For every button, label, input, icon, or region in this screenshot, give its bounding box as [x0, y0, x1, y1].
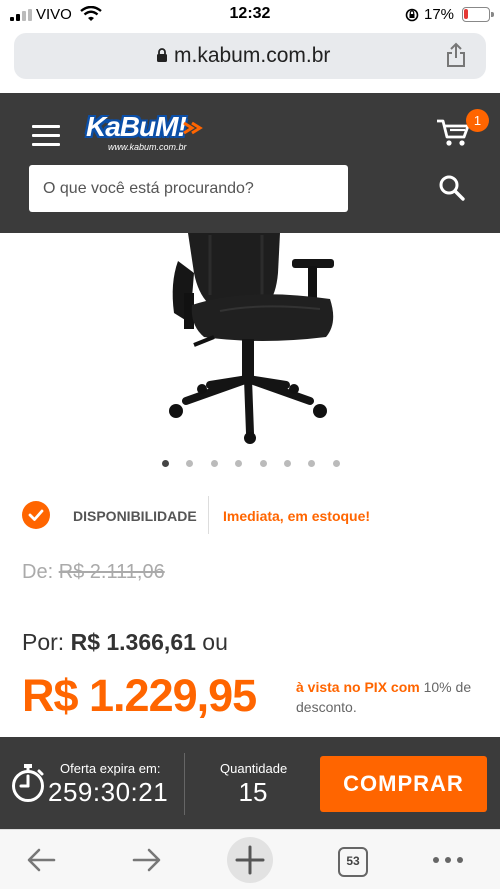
carousel-dot[interactable] [235, 460, 243, 467]
status-bar: VIVO 12:32 17% [0, 0, 500, 30]
quantity-value[interactable]: 15 [200, 777, 306, 808]
share-icon[interactable] [444, 42, 468, 68]
carousel-dot[interactable] [308, 460, 316, 467]
cart-count-badge: 1 [466, 109, 489, 132]
more-options-icon[interactable] [430, 842, 466, 878]
old-price: De: R$ 2.111,06 [22, 561, 165, 584]
availability-divider [208, 496, 209, 534]
forward-arrow-icon[interactable] [128, 842, 164, 878]
checkmark-icon [22, 501, 50, 529]
new-tab-plus-icon[interactable] [226, 836, 274, 884]
availability-value: Imediata, em estoque! [223, 508, 371, 524]
old-price-label: De: [22, 561, 54, 583]
back-arrow-icon[interactable] [24, 842, 60, 878]
product-image-gaming-chair[interactable] [150, 233, 350, 445]
stopwatch-icon [12, 764, 44, 802]
pix-text: à vista no PIX com [296, 679, 420, 695]
kabum-logo[interactable]: KaBuM! www.kabum.com.br [86, 111, 204, 153]
purchase-bar: Oferta expira em: 259:30:21 Quantidade 1… [0, 737, 500, 829]
carousel-dot[interactable] [332, 460, 340, 467]
offer-expires-label: Oferta expira em: [60, 761, 161, 776]
address-bar[interactable]: m.kabum.com.br [14, 33, 486, 79]
pix-discount-percent: 10% [423, 679, 452, 695]
carousel-dot[interactable] [259, 460, 267, 467]
cart-icon[interactable] [436, 118, 470, 148]
search-icon[interactable] [438, 174, 466, 202]
old-price-value: R$ 2.111,06 [58, 561, 165, 583]
logo-text: KaBuM! [86, 111, 187, 142]
offer-countdown: 259:30:21 [48, 777, 169, 807]
site-header: KaBuM! www.kabum.com.br 1 [0, 93, 500, 233]
installment-price: Por: R$ 1.366,61 ou [22, 629, 228, 656]
search-input[interactable] [29, 165, 348, 212]
image-carousel-dots[interactable] [155, 458, 345, 470]
buy-button[interactable]: COMPRAR [320, 756, 487, 812]
logo-subtext: www.kabum.com.br [108, 142, 187, 152]
tabs-count-button[interactable]: 53 [338, 847, 368, 877]
quantity-label: Quantidade [220, 761, 288, 776]
carousel-dot[interactable] [210, 460, 218, 467]
orientation-lock-icon [405, 8, 419, 22]
battery-icon [462, 7, 494, 22]
browser-toolbar: 53 [0, 829, 500, 889]
installment-price-value: R$ 1.366,61 [70, 629, 196, 655]
menu-icon[interactable] [32, 125, 60, 147]
battery-fill [464, 9, 468, 19]
por-label: Por: [22, 629, 65, 655]
battery-percentage: 17% [424, 6, 455, 23]
pix-price: R$ 1.229,95 [22, 670, 257, 721]
ou-text: ou [202, 629, 228, 655]
carousel-dot[interactable] [284, 460, 291, 467]
pix-discount-info: à vista no PIX com 10% de desconto. [296, 677, 486, 717]
carousel-dot[interactable] [186, 460, 194, 467]
url-text[interactable]: m.kabum.com.br [174, 44, 330, 68]
lock-icon [157, 48, 167, 62]
purchase-bar-divider [184, 753, 185, 815]
logo-arrow-icon [183, 121, 203, 135]
carousel-dot[interactable] [162, 460, 169, 467]
availability-label: DISPONIBILIDADE [73, 508, 197, 524]
